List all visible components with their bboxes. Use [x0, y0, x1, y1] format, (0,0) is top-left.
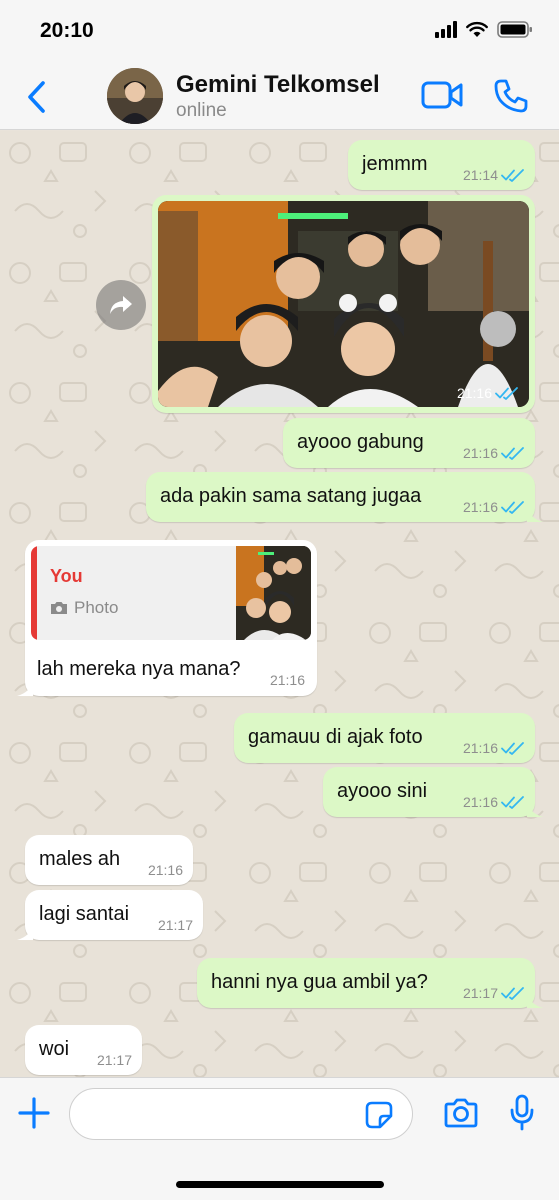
message-bubble-outgoing[interactable]: hanni nya gua ambil ya? 21:17: [197, 958, 543, 1008]
read-ticks-icon: [501, 987, 524, 1000]
message-meta: 21:16: [463, 499, 525, 515]
sticker-button[interactable]: [364, 1100, 394, 1135]
message-meta: 21:16: [148, 862, 183, 878]
photo-meta: 21:16: [457, 385, 519, 401]
video-call-icon: [421, 81, 463, 109]
read-ticks-icon: [501, 447, 524, 460]
message-text: jemmm: [362, 153, 428, 175]
forward-button[interactable]: [96, 280, 146, 330]
message-time: 21:16: [462, 499, 498, 515]
message-text: hanni nya gua ambil ya?: [211, 971, 428, 993]
message-time: 21:17: [462, 985, 498, 1001]
quote-type: Photo: [50, 598, 118, 618]
quote-type-label: Photo: [74, 598, 119, 617]
bubble-tail: [17, 680, 33, 696]
message-bubble-incoming[interactable]: woi 21:17: [25, 1025, 142, 1075]
message-meta: 21:17: [463, 985, 525, 1001]
read-ticks-icon: [495, 387, 518, 400]
message-time: 21:17: [96, 1052, 132, 1068]
contact-name[interactable]: Gemini Telkomsel: [176, 71, 380, 99]
read-ticks-icon: [501, 742, 524, 755]
back-chevron-icon: [28, 81, 45, 113]
battery-icon: [497, 21, 532, 38]
message-meta: 21:14: [463, 167, 525, 183]
quote-thumbnail: [236, 546, 311, 640]
message-input[interactable]: [69, 1088, 413, 1140]
message-time: 21:16: [456, 385, 492, 401]
shared-photo[interactable]: 21:16: [158, 201, 529, 407]
message-text: lagi santai: [39, 903, 130, 925]
plus-icon: [18, 1097, 50, 1129]
cellular-signal-icon: [435, 21, 457, 38]
quoted-message[interactable]: You Photo: [31, 546, 311, 640]
photo-message-bubble[interactable]: 21:16: [152, 195, 535, 413]
message-text: males ah: [39, 848, 121, 870]
status-icons: [435, 21, 533, 38]
bubble-tail: [17, 924, 33, 940]
message-meta: 21:16: [463, 794, 525, 810]
camera-icon: [51, 602, 67, 614]
quote-author: You: [50, 566, 83, 586]
chat-area[interactable]: jemmm 21:14 21:16 ayooo gabung 21:16 ada…: [0, 131, 559, 1077]
microphone-icon: [510, 1094, 534, 1131]
message-meta: 21:16: [270, 672, 305, 688]
message-meta: 21:17: [97, 1052, 132, 1068]
contact-status: online: [176, 100, 227, 121]
message-time: 21:16: [147, 862, 183, 878]
read-ticks-icon: [501, 796, 524, 809]
message-meta: 21:16: [463, 445, 525, 461]
message-bubble-outgoing[interactable]: gamauu di ajak foto 21:16: [234, 713, 535, 763]
message-text: gamauu di ajak foto: [248, 726, 423, 748]
attach-button[interactable]: [17, 1096, 51, 1135]
bubble-tail: [527, 506, 543, 522]
message-text: ayooo gabung: [297, 431, 424, 453]
message-time: 21:16: [462, 740, 498, 756]
message-bubble-outgoing[interactable]: jemmm 21:14: [348, 140, 535, 190]
message-time: 21:16: [462, 794, 498, 810]
message-bubble-outgoing[interactable]: ayooo sini 21:16: [323, 767, 543, 817]
contact-avatar[interactable]: [107, 68, 163, 124]
bubble-tail: [527, 801, 543, 817]
message-bubble-incoming[interactable]: lagi santai 21:17: [17, 890, 203, 940]
message-text: woi: [39, 1038, 70, 1060]
composer-bar: [0, 1077, 559, 1200]
bubble-tail: [527, 992, 543, 1008]
message-bubble-incoming-reply[interactable]: You Photo lah mereka nya mana? 21:16: [17, 540, 317, 696]
chat-header: Gemini Telkomsel online: [0, 62, 559, 130]
status-time: 20:10: [40, 19, 94, 42]
home-indicator[interactable]: [176, 1181, 384, 1188]
message-time: 21:16: [269, 672, 305, 688]
wifi-icon: [466, 21, 488, 37]
message-bubble-incoming[interactable]: males ah 21:16: [25, 835, 193, 885]
message-time: 21:17: [157, 917, 193, 933]
message-text: ayooo sini: [337, 780, 428, 802]
back-button[interactable]: [20, 77, 54, 117]
voice-message-button[interactable]: [509, 1094, 535, 1137]
message-meta: 21:16: [463, 740, 525, 756]
sticker-icon: [365, 1101, 393, 1129]
message-time: 21:16: [462, 445, 498, 461]
camera-button[interactable]: [443, 1098, 479, 1133]
voice-call-button[interactable]: [493, 78, 529, 119]
video-call-button[interactable]: [421, 80, 464, 115]
message-time: 21:14: [462, 167, 498, 183]
message-bubble-outgoing[interactable]: ayooo gabung 21:16: [283, 418, 535, 468]
message-meta: 21:17: [158, 917, 193, 933]
forward-icon: [110, 296, 132, 314]
camera-icon: [444, 1098, 478, 1128]
message-bubble-outgoing[interactable]: ada pakin sama satang jugaa 21:16: [146, 472, 543, 522]
read-ticks-icon: [501, 501, 524, 514]
status-bar: 20:10: [0, 0, 559, 62]
read-ticks-icon: [501, 169, 524, 182]
phone-icon: [494, 79, 528, 113]
quote-accent-bar: [31, 546, 37, 640]
message-text: ada pakin sama satang jugaa: [160, 485, 422, 507]
message-text: lah mereka nya mana?: [37, 658, 241, 680]
